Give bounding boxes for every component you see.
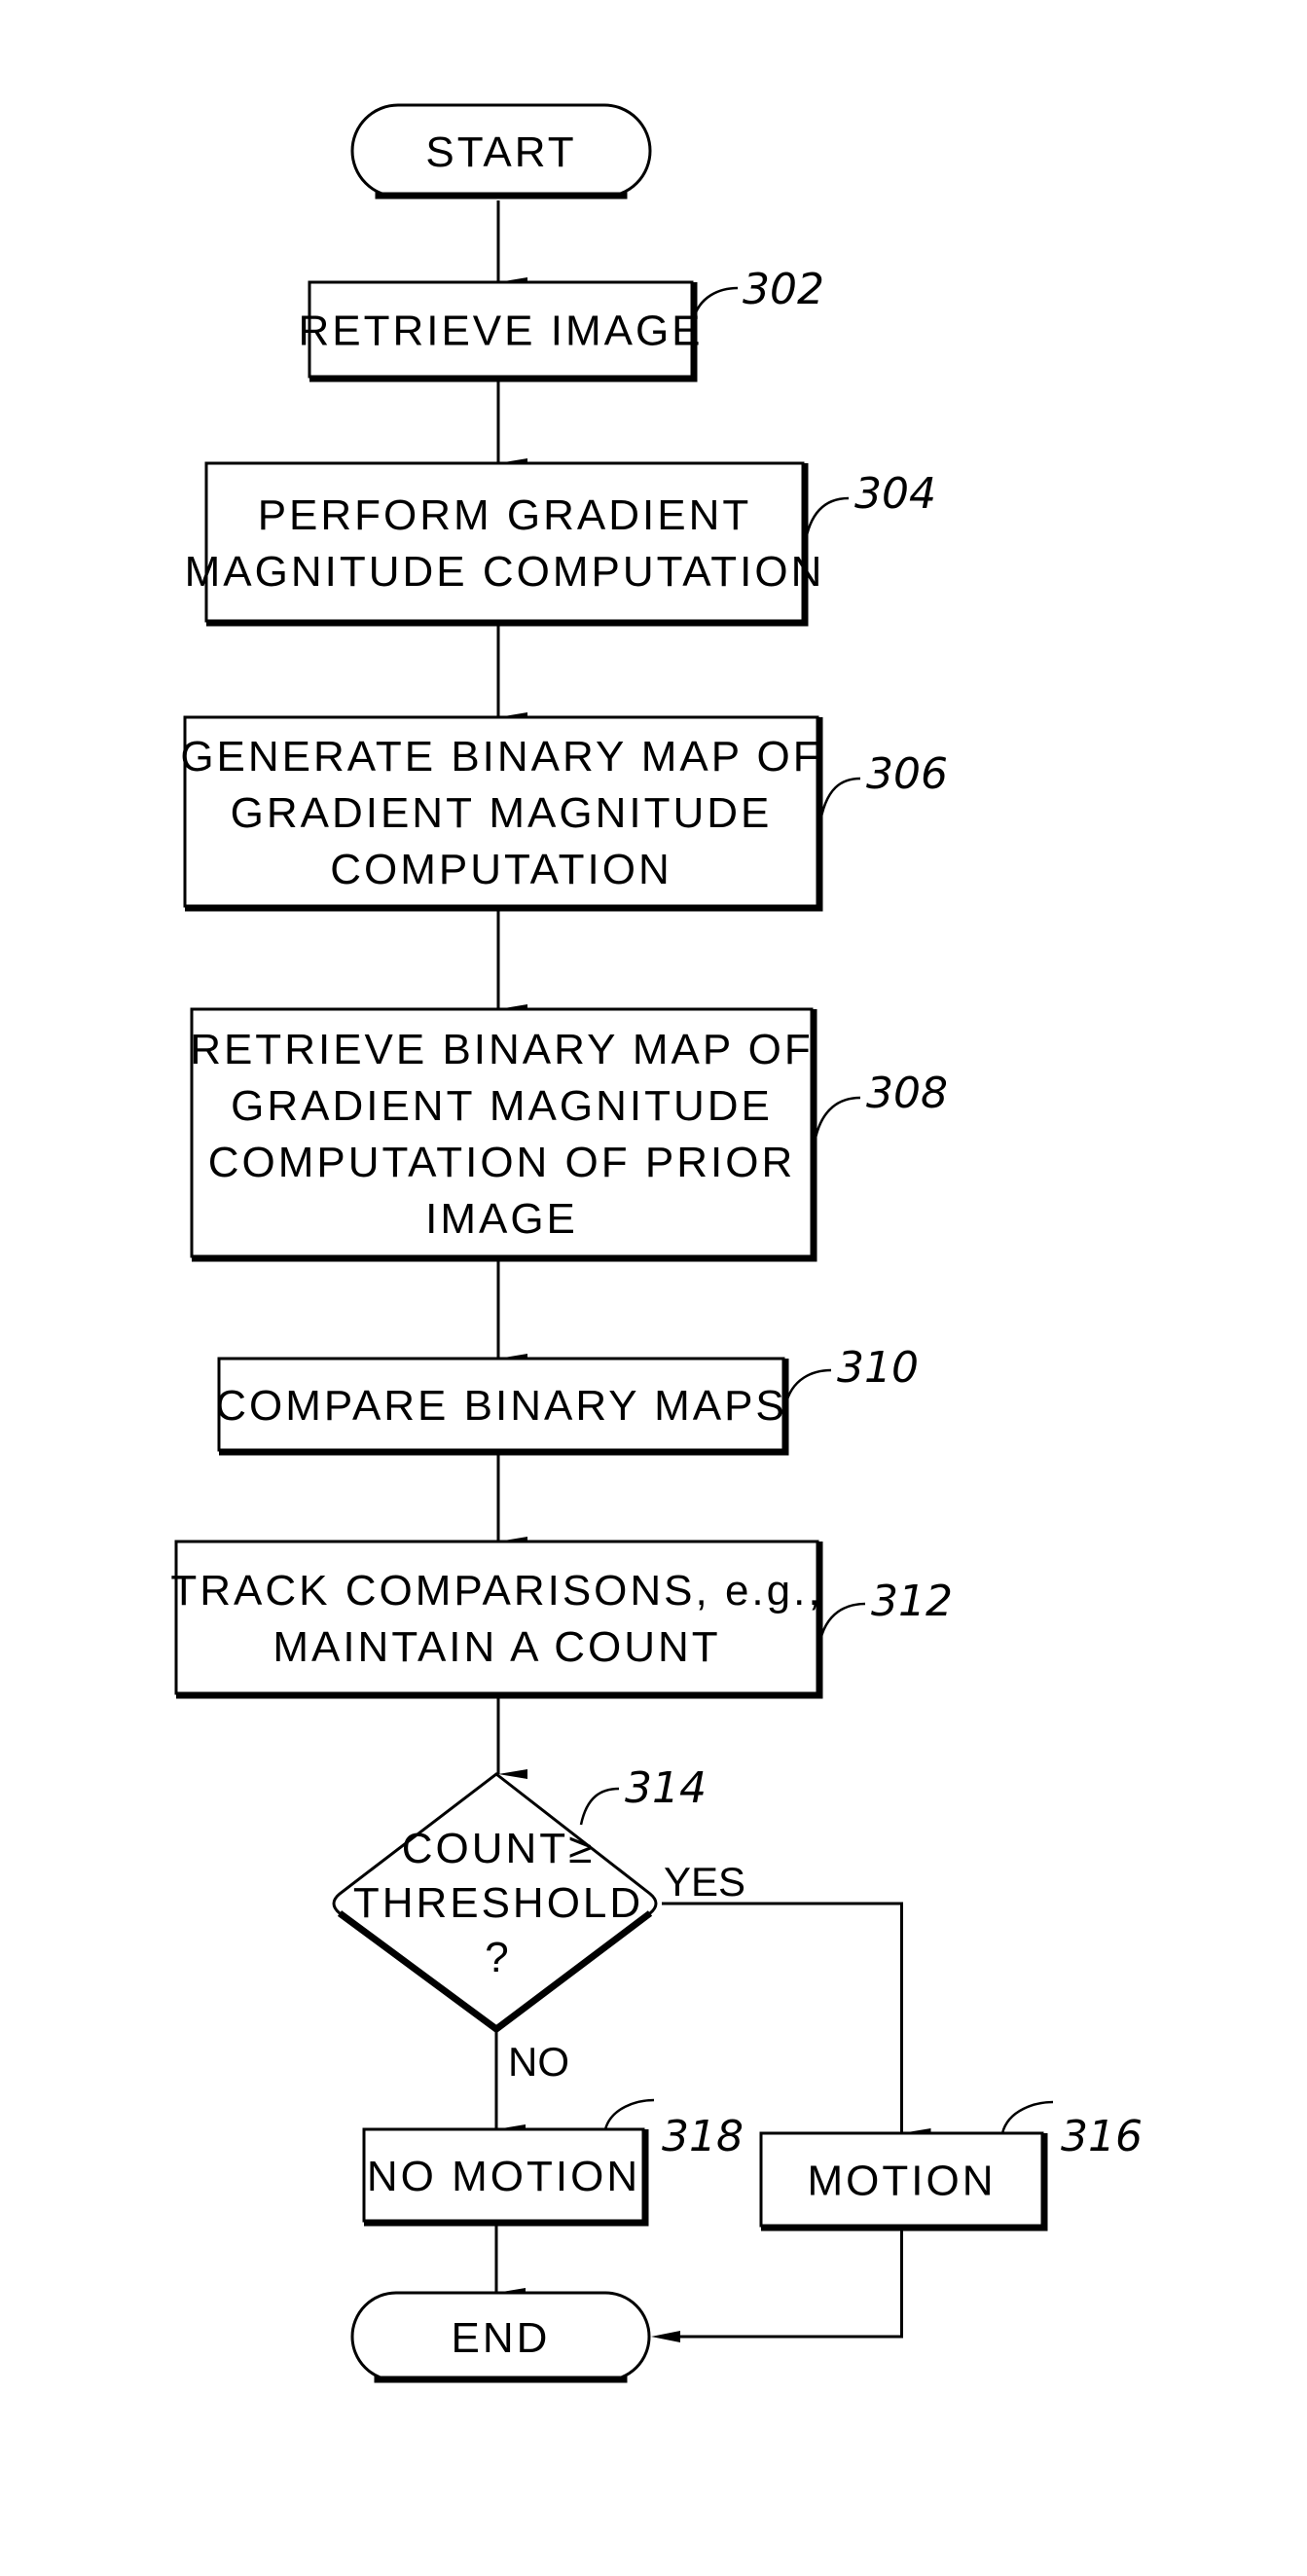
node-302: RETRIEVE IMAGE 302 [298, 265, 824, 382]
node-text-line: COMPARE BINARY MAPS [215, 1382, 787, 1430]
reference-leader-line [1000, 2100, 1054, 2134]
node-text-line: NO MOTION [367, 2153, 640, 2200]
node-306: GENERATE BINARY MAP OF GRADIENT MAGNITUDE… [180, 715, 948, 912]
node-text-line: RETRIEVE IMAGE [298, 308, 703, 355]
node-text-line: THRESHOLD [353, 1879, 643, 1927]
node-text-line: END [452, 2314, 551, 2362]
node-text-line: COMPUTATION [330, 846, 672, 893]
node-314: COUNT≥ THRESHOLD? 314 [332, 1763, 707, 2034]
edge-label-no: NO [508, 2039, 569, 2085]
reference-numeral: 308 [866, 1069, 948, 1118]
node-310: COMPARE BINARY MAPS 310 [215, 1343, 919, 1456]
reference-numeral: 306 [866, 749, 948, 799]
node-318: NO MOTION 318 [362, 2098, 744, 2227]
reference-numeral: 310 [837, 1343, 919, 1393]
node-text-line: GRADIENT MAGNITUDE [231, 789, 773, 837]
node-text-line: TRACK COMPARISONS, e.g., [170, 1567, 822, 1615]
node-text-line: ? [485, 1934, 511, 1981]
node-text-line: MAGNITUDE COMPUTATION [185, 548, 825, 596]
reference-leader-line [803, 496, 850, 546]
reference-leader-line [812, 1096, 861, 1149]
node-text-line: GRADIENT MAGNITUDE [231, 1082, 773, 1130]
reference-leader-line [603, 2098, 655, 2130]
reference-leader-line [817, 777, 861, 828]
node-end: END [350, 2291, 651, 2383]
reference-numeral: 302 [743, 265, 824, 314]
reference-numeral: 316 [1061, 2112, 1143, 2161]
reference-numeral: 312 [871, 1577, 953, 1626]
flow-line-316-to-end [678, 2230, 903, 2339]
flow-arrow-314-yes [662, 1902, 931, 2138]
edge-label-yes: YES [664, 1859, 745, 1905]
node-text-line: COMPUTATION OF PRIOR [208, 1139, 795, 1186]
node-308: RETRIEVE BINARY MAP OF GRADIENT MAGNITUDE… [190, 1007, 948, 1262]
node-text-line: IMAGE [425, 1195, 578, 1243]
reference-leader-line [783, 1368, 832, 1407]
flowchart: YES NO START RETRIEVE IMAGE 302 PERFORM GRAD… [170, 103, 1143, 2383]
node-316: MOTION 316 [759, 2100, 1143, 2231]
reference-numeral: 304 [854, 469, 936, 519]
node-text-line: GENERATE BINARY MAP OF [180, 733, 821, 780]
process-box [206, 463, 803, 621]
node-text-line: RETRIEVE BINARY MAP OF [190, 1026, 814, 1073]
node-text-line: START [425, 128, 576, 176]
node-text-line: MAINTAIN A COUNT [272, 1623, 720, 1671]
node-text-line: COUNT≥ [402, 1825, 596, 1872]
node-text-line: PERFORM GRADIENT [258, 491, 752, 539]
reference-leader-line [817, 1602, 866, 1646]
arrowhead-316-to-end [651, 2331, 680, 2342]
reference-numeral: 318 [662, 2112, 744, 2161]
node-start: START [350, 103, 652, 200]
reference-leader-line [579, 1787, 620, 1826]
node-312: TRACK COMPARISONS, e.g., MAINTAIN A COUNT… [170, 1540, 953, 1699]
node-text-line: MOTION [808, 2158, 997, 2205]
nodes: START RETRIEVE IMAGE 302 PERFORM GRADIENT MA… [170, 103, 1143, 2383]
node-304: PERFORM GRADIENT MAGNITUDE COMPUTATION 304 [185, 461, 936, 627]
reference-numeral: 314 [625, 1763, 707, 1813]
